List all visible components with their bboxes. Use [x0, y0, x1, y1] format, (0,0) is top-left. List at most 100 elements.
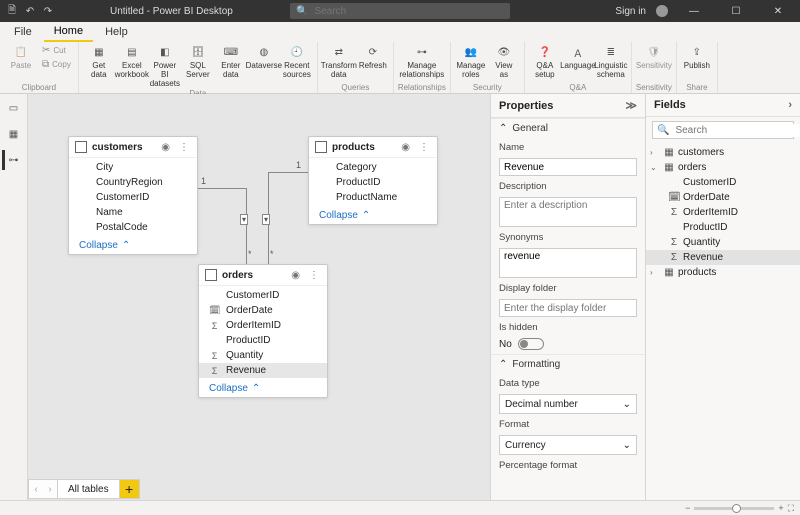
relationship-line[interactable]	[268, 172, 308, 173]
undo-icon[interactable]: ↶	[24, 5, 36, 17]
recent-sources-button[interactable]: 🕘Recent sources	[281, 43, 313, 88]
tree-orders[interactable]: ⌄▦orders	[646, 160, 800, 175]
refresh-button[interactable]: ⟳Refresh	[357, 43, 389, 82]
table-field[interactable]: ΣRevenue	[199, 363, 327, 378]
table-field[interactable]: ProductID	[309, 175, 437, 190]
title-search[interactable]: 🔍	[290, 3, 510, 19]
table-customers[interactable]: customers ◉ ⋮ CityCountryRegionCustomerI…	[68, 136, 198, 255]
dataverse-button[interactable]: ◍Dataverse	[248, 43, 280, 88]
paste-button[interactable]: 📋 Paste	[4, 43, 38, 82]
view-as-button[interactable]: 👁View as	[488, 43, 520, 82]
tree-field[interactable]: ΣQuantity	[646, 235, 800, 250]
table-field[interactable]: ΣOrderItemID	[199, 318, 327, 333]
pbi-datasets-button[interactable]: ◧Power BI datasets	[149, 43, 181, 88]
tab-prev-button[interactable]: ‹	[29, 480, 43, 498]
table-field[interactable]: Name	[69, 205, 197, 220]
table-field[interactable]: 🗓OrderDate	[199, 303, 327, 318]
section-formatting[interactable]: ⌃Formatting	[491, 354, 645, 374]
copy-button[interactable]: ⧉Copy	[39, 57, 74, 71]
more-icon[interactable]: ⋮	[417, 142, 431, 153]
title-search-input[interactable]	[312, 5, 504, 18]
pbi-icon: ◧	[156, 44, 174, 60]
fields-search[interactable]: 🔍	[652, 121, 794, 139]
excel-button[interactable]: ▤Excel workbook	[116, 43, 148, 88]
menu-help[interactable]: Help	[95, 23, 138, 41]
avatar[interactable]	[656, 5, 668, 17]
synonyms-label: Synonyms	[499, 232, 637, 243]
table-field[interactable]: CountryRegion	[69, 175, 197, 190]
visibility-icon[interactable]: ◉	[399, 142, 412, 153]
tree-field[interactable]: ΣOrderItemID	[646, 205, 800, 220]
get-data-button[interactable]: ▦Get data	[83, 43, 115, 88]
visibility-icon[interactable]: ◉	[289, 270, 302, 281]
maximize-button[interactable]: ☐	[720, 0, 752, 22]
data-view-button[interactable]: ▦	[4, 124, 24, 144]
expand-pane-icon[interactable]: ›	[788, 99, 792, 111]
table-field[interactable]: City	[69, 160, 197, 175]
tree-field[interactable]: ProductID	[646, 220, 800, 235]
linguistic-schema-button[interactable]: ≣Linguistic schema	[595, 43, 627, 82]
table-field[interactable]: CustomerID	[199, 288, 327, 303]
cut-button[interactable]: ✂Cut	[39, 43, 74, 57]
tab-next-button[interactable]: ›	[43, 480, 57, 498]
menu-home[interactable]: Home	[44, 22, 93, 42]
table-field[interactable]: ProductName	[309, 190, 437, 205]
sensitivity-button[interactable]: 🛡Sensitivity	[637, 43, 671, 82]
tree-products[interactable]: ›▦products	[646, 265, 800, 280]
description-input[interactable]	[499, 197, 637, 227]
name-input[interactable]	[499, 158, 637, 176]
table-orders[interactable]: orders ◉ ⋮ CustomerID🗓OrderDateΣOrderIte…	[198, 264, 328, 398]
table-products[interactable]: products ◉ ⋮ CategoryProductIDProductNam…	[308, 136, 438, 225]
more-icon[interactable]: ⋮	[307, 270, 321, 281]
tab-all-tables[interactable]: All tables	[58, 479, 120, 499]
collapse-link[interactable]: Collapse⌃	[309, 207, 437, 224]
redo-icon[interactable]: ↷	[42, 5, 54, 17]
fit-to-page-button[interactable]: ⛶	[788, 503, 794, 514]
fields-search-input[interactable]	[673, 124, 800, 137]
manage-roles-button[interactable]: 👥Manage roles	[455, 43, 487, 82]
table-field[interactable]: PostalCode	[69, 220, 197, 235]
table-field[interactable]: ΣQuantity	[199, 348, 327, 363]
format-select[interactable]: Currency⌄	[499, 435, 637, 455]
model-canvas[interactable]: customers ◉ ⋮ CityCountryRegionCustomerI…	[28, 94, 490, 500]
tree-field[interactable]: 🗓OrderDate	[646, 190, 800, 205]
tree-field[interactable]: CustomerID	[646, 175, 800, 190]
data-type-select[interactable]: Decimal number⌄	[499, 394, 637, 414]
relationship-line[interactable]	[246, 188, 247, 264]
collapse-link[interactable]: Collapse⌃	[69, 237, 197, 254]
table-field[interactable]: ProductID	[199, 333, 327, 348]
save-icon[interactable]: 🗎	[6, 5, 18, 17]
collapse-pane-icon[interactable]: ≫	[625, 99, 637, 112]
zoom-out-button[interactable]: −	[685, 503, 690, 513]
model-view-button[interactable]: ⊶	[2, 150, 22, 170]
sensitivity-icon: 🛡	[645, 44, 663, 60]
table-field[interactable]: CustomerID	[69, 190, 197, 205]
display-folder-input[interactable]	[499, 299, 637, 317]
manage-relationships-button[interactable]: ⊶Manage relationships	[399, 43, 445, 82]
minimize-button[interactable]: —	[678, 0, 710, 22]
enter-data-button[interactable]: ⌨Enter data	[215, 43, 247, 88]
signin-link[interactable]: Sign in	[615, 6, 646, 17]
section-general[interactable]: ⌃General	[491, 118, 645, 138]
sql-button[interactable]: 🗄SQL Server	[182, 43, 214, 88]
enter-data-icon: ⌨	[222, 44, 240, 60]
table-field[interactable]: Category	[309, 160, 437, 175]
tab-add-button[interactable]: +	[120, 479, 140, 499]
language-button[interactable]: ＡLanguage	[562, 43, 594, 82]
tree-customers[interactable]: ›▦customers	[646, 145, 800, 160]
visibility-icon[interactable]: ◉	[159, 142, 172, 153]
is-hidden-toggle[interactable]	[518, 338, 544, 350]
relationship-line[interactable]	[198, 188, 246, 189]
zoom-in-button[interactable]: +	[778, 503, 783, 513]
zoom-slider[interactable]	[694, 507, 774, 510]
synonyms-input[interactable]	[499, 248, 637, 278]
transform-data-button[interactable]: ⇄Transform data	[322, 43, 356, 82]
publish-button[interactable]: ⇪Publish	[681, 43, 713, 82]
report-view-button[interactable]: ▭	[4, 98, 24, 118]
more-icon[interactable]: ⋮	[177, 142, 191, 153]
qa-setup-button[interactable]: ❓Q&A setup	[529, 43, 561, 82]
collapse-link[interactable]: Collapse⌃	[199, 380, 327, 397]
close-button[interactable]: ✕	[762, 0, 794, 22]
tree-field[interactable]: ΣRevenue	[646, 250, 800, 265]
menu-file[interactable]: File	[4, 23, 42, 41]
